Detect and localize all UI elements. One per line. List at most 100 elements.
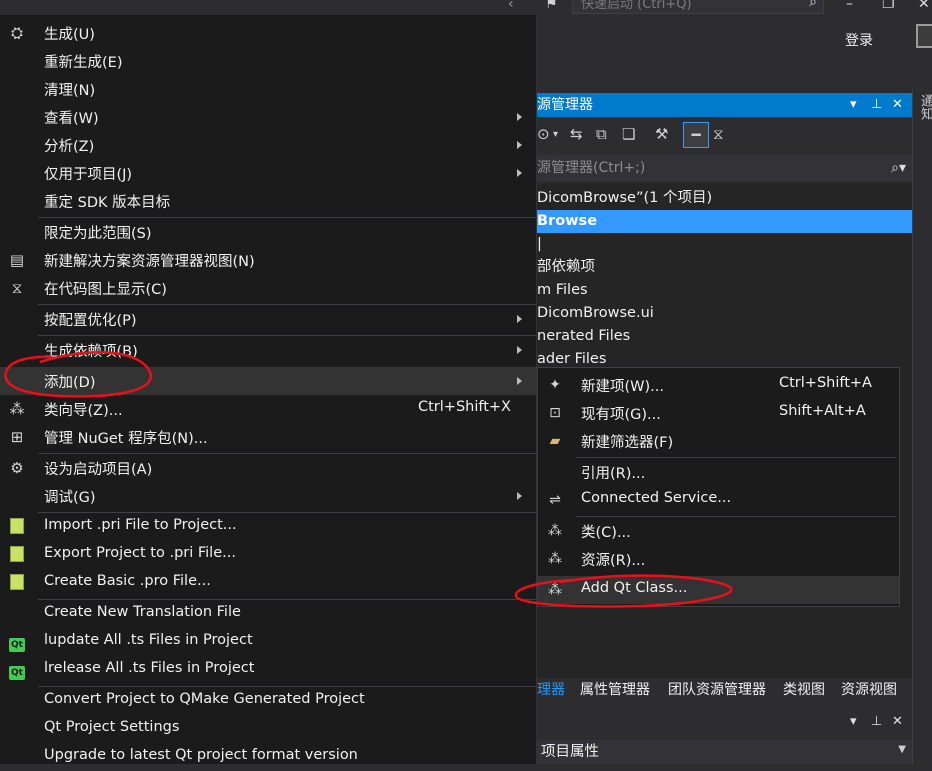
- gear-icon: ⚙: [10, 459, 24, 477]
- menu-item-upgrade-qt-format[interactable]: Upgrade to latest Qt project format vers…: [0, 743, 537, 771]
- submenu-item-resource[interactable]: ⁂ 资源(R)...: [538, 545, 899, 573]
- tree-item[interactable]: nerated Files: [537, 325, 912, 348]
- menu-item-debug[interactable]: 调试(G): [0, 482, 537, 510]
- login-link[interactable]: 登录: [845, 30, 873, 50]
- close-window-icon[interactable]: ✕: [918, 0, 930, 12]
- tab-property-manager[interactable]: 属性管理器: [580, 678, 650, 702]
- solution-explorer-toolbar: ⊙ ▾ ⇆ ⧉ ❏ ⚒ ━ ⧖: [537, 119, 912, 153]
- menu-item-label: Upgrade to latest Qt project format vers…: [44, 747, 358, 763]
- class-icon: ⁂: [548, 523, 562, 539]
- menu-item-lupdate[interactable]: Qt lupdate All .ts Files in Project: [0, 628, 537, 656]
- menu-item-label: Convert Project to QMake Generated Proje…: [44, 691, 365, 707]
- menu-item-class-wizard[interactable]: ⁂ 类向导(Z)... Ctrl+Shift+X: [0, 395, 537, 423]
- menu-item-scope-to-this[interactable]: 限定为此范围(S): [0, 218, 537, 246]
- tree-item[interactable]: 部依赖项: [537, 256, 912, 279]
- properties-wrench-icon[interactable]: ⚒: [655, 125, 668, 143]
- menu-item-qt-project-settings[interactable]: Qt Project Settings: [0, 715, 537, 743]
- menu-item-lrelease[interactable]: Qt lrelease All .ts Files in Project: [0, 656, 537, 684]
- search-placeholder: 源管理器(Ctrl+;): [537, 160, 646, 176]
- tab-resource-view[interactable]: 资源视图: [841, 678, 897, 702]
- menu-item-set-startup[interactable]: ⚙ 设为启动项目(A): [0, 454, 537, 482]
- right-tool-strip: 通知: [912, 90, 932, 764]
- menu-item-label: 在代码图上显示(C): [44, 282, 167, 298]
- submenu-item-existing-item[interactable]: ⊡ 现有项(G)... Shift+Alt+A: [538, 399, 899, 427]
- new-item-icon: ✦: [549, 377, 561, 393]
- submenu-item-class[interactable]: ⁂ 类(C)...: [538, 517, 899, 545]
- submenu-item-add-qt-class[interactable]: ⁂ Add Qt Class...: [538, 576, 899, 604]
- tree-item-selected[interactable]: Browse: [537, 210, 912, 233]
- submenu-item-reference[interactable]: 引用(R)...: [538, 458, 899, 486]
- properties-object-combo[interactable]: 项目属性 ▼: [537, 740, 912, 764]
- sync-icon[interactable]: ⇆: [570, 125, 583, 143]
- menu-item-export-pri[interactable]: Export Project to .pri File...: [0, 541, 537, 569]
- menu-item-clean[interactable]: 清理(N): [0, 75, 537, 103]
- menu-item-label: 生成(U): [44, 27, 95, 43]
- submenu-item-label: 引用(R)...: [581, 466, 646, 482]
- collapse-chevron-icon[interactable]: ‹: [508, 0, 514, 12]
- menu-item-view[interactable]: 查看(W): [0, 103, 537, 131]
- tool-window-tabs: 理器 属性管理器 团队资源管理器 类视图 资源视图: [537, 678, 912, 702]
- search-icon: ⌕: [809, 0, 817, 10]
- menu-item-rebuild[interactable]: 重新生成(E): [0, 47, 537, 75]
- menu-item-create-translation[interactable]: Create New Translation File: [0, 600, 537, 628]
- new-filter-folder-icon: ▰: [549, 433, 561, 449]
- existing-item-icon: ⊡: [549, 405, 561, 421]
- tab-solution-explorer[interactable]: 理器: [537, 678, 565, 702]
- submenu-item-label: 现有项(G)...: [581, 407, 661, 423]
- properties-combo-value: 项目属性: [541, 744, 599, 760]
- dropdown-icon[interactable]: ▾: [850, 714, 857, 729]
- close-icon[interactable]: ✕: [892, 93, 903, 117]
- menu-item-manage-nuget[interactable]: ⊞ 管理 NuGet 程序包(N)...: [0, 423, 537, 451]
- solution-explorer-search[interactable]: 源管理器(Ctrl+;) ⌕▾: [537, 155, 912, 181]
- tree-item[interactable]: DicomBrowse.ui: [537, 302, 912, 325]
- menu-item-label: lrelease All .ts Files in Project: [44, 660, 255, 676]
- solution-explorer-title: 源管理器: [537, 97, 593, 113]
- pin-icon[interactable]: ⊥: [871, 714, 882, 729]
- search-icon: ⌕▾: [891, 160, 906, 176]
- menu-item-label: Import .pri File to Project...: [44, 517, 237, 533]
- submenu-item-connected-service[interactable]: ⇌ Connected Service...: [538, 486, 899, 514]
- notifications-tab[interactable]: 通知: [916, 94, 932, 120]
- menu-item-add[interactable]: 添加(D): [0, 367, 537, 395]
- menu-item-label: 查看(W): [44, 111, 99, 127]
- class-diagram-icon[interactable]: ⧖: [713, 125, 724, 143]
- menu-item-retarget-sdk[interactable]: 重定 SDK 版本目标: [0, 187, 537, 215]
- submenu-item-new-item[interactable]: ✦ 新建项(W)... Ctrl+Shift+A: [538, 371, 899, 399]
- pin-icon[interactable]: ⊥: [871, 93, 882, 117]
- submenu-arrow-icon: [517, 377, 522, 385]
- show-all-files-icon[interactable]: ❏: [622, 125, 635, 143]
- class-wizard-icon: ⁂: [9, 400, 25, 418]
- minimize-icon[interactable]: –: [846, 0, 853, 12]
- tree-item[interactable]: m Files: [537, 279, 912, 302]
- menu-item-project-only[interactable]: 仅用于项目(J): [0, 159, 537, 187]
- menu-item-new-explorer-view[interactable]: ▤ 新建解决方案资源管理器视图(N): [0, 246, 537, 274]
- avatar[interactable]: [916, 24, 932, 48]
- menu-item-build-dependencies[interactable]: 生成依赖项(B): [0, 336, 537, 364]
- submenu-item-new-filter[interactable]: ▰ 新建筛选器(F): [538, 427, 899, 455]
- feedback-icon[interactable]: ⚑: [545, 0, 558, 12]
- menu-item-convert-qmake[interactable]: Convert Project to QMake Generated Proje…: [0, 687, 537, 715]
- tree-item[interactable]: DicomBrowse”(1 个项目): [537, 187, 912, 210]
- dropdown-icon[interactable]: ▾: [850, 93, 857, 117]
- collapse-all-icon[interactable]: ⧉: [596, 125, 607, 143]
- close-icon[interactable]: ✕: [892, 714, 903, 729]
- tab-class-view[interactable]: 类视图: [783, 678, 825, 702]
- menu-item-label: 按配置优化(P): [44, 313, 137, 329]
- menu-item-analyze[interactable]: 分析(Z): [0, 131, 537, 159]
- tab-team-explorer[interactable]: 团队资源管理器: [668, 678, 766, 702]
- menu-item-pgo[interactable]: 按配置优化(P): [0, 305, 537, 333]
- menu-item-label: 设为启动项目(A): [44, 462, 153, 478]
- menu-item-create-pro[interactable]: Create Basic .pro File...: [0, 569, 537, 597]
- tree-item[interactable]: |: [537, 233, 912, 256]
- menu-item-label: Qt Project Settings: [44, 719, 180, 735]
- quick-launch-input[interactable]: 快速启动 (Ctrl+Q) ⌕: [572, 0, 824, 14]
- chevron-down-icon[interactable]: ▾: [553, 129, 558, 140]
- back-icon[interactable]: ⊙: [537, 125, 550, 143]
- menu-item-show-on-code-map[interactable]: ⧖ 在代码图上显示(C): [0, 274, 537, 302]
- menu-item-import-pri[interactable]: Import .pri File to Project...: [0, 513, 537, 541]
- restore-icon[interactable]: ❐: [882, 0, 895, 12]
- menu-item-build[interactable]: ⛭ 生成(U): [0, 19, 537, 47]
- preview-icon[interactable]: ━: [683, 122, 709, 148]
- submenu-arrow-icon: [517, 315, 522, 323]
- menu-item-label: 调试(G): [44, 490, 96, 506]
